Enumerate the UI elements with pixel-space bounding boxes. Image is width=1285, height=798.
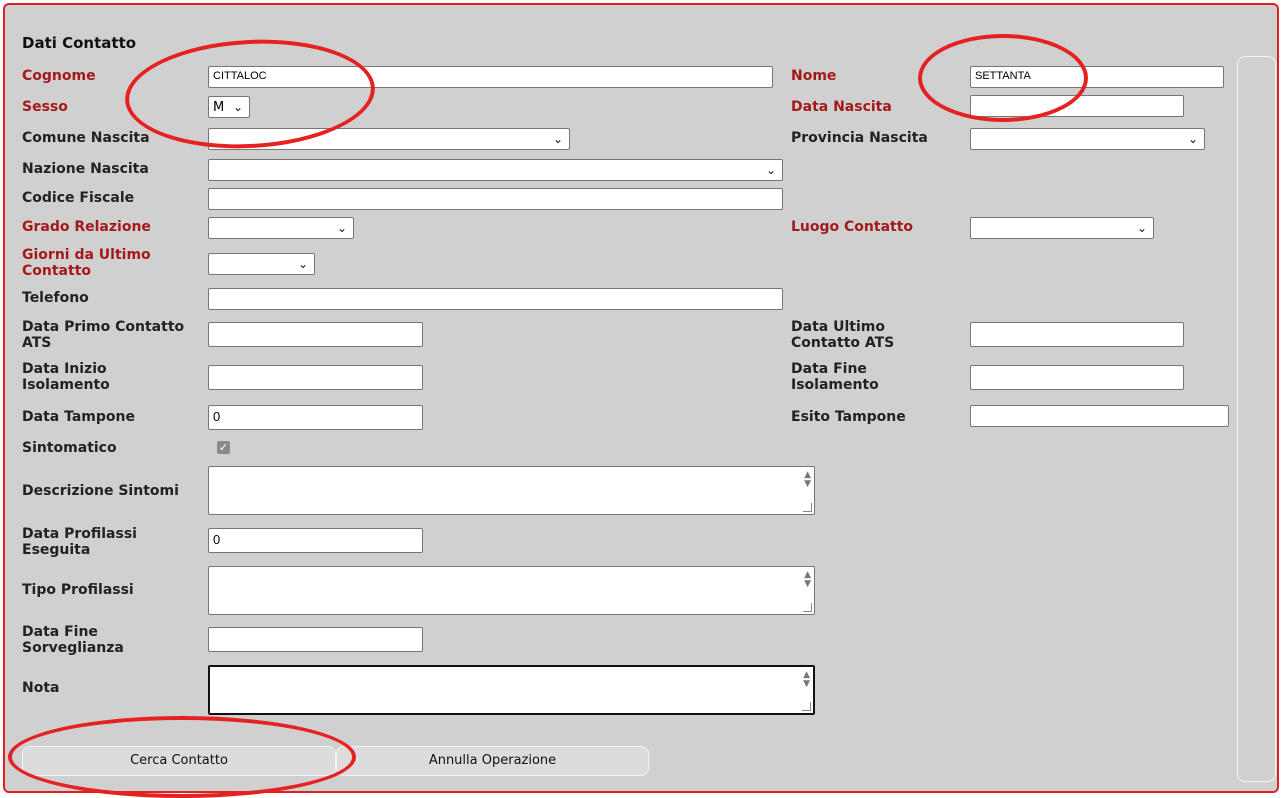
scroll-arrows-icon: ▲ ▼ bbox=[804, 570, 811, 589]
chevron-down-icon: ⌄ bbox=[765, 163, 776, 177]
data-tampone-input[interactable]: 0 bbox=[208, 405, 423, 430]
codice-fiscale-input[interactable] bbox=[208, 188, 783, 210]
resize-grip-icon[interactable] bbox=[803, 503, 812, 512]
data-ultimo-label-line2: Contatto ATS bbox=[791, 335, 895, 351]
data-fine-iso-label-line1: Data Fine bbox=[791, 361, 867, 377]
nazione-nascita-label: Nazione Nascita bbox=[22, 161, 149, 177]
data-inizio-isolamento-input[interactable] bbox=[208, 365, 423, 390]
nazione-nascita-select[interactable]: ⌄ bbox=[208, 159, 783, 181]
sesso-label: Sesso bbox=[22, 99, 68, 115]
data-primo-label-line2: ATS bbox=[22, 335, 52, 351]
luogo-contatto-select[interactable]: ⌄ bbox=[970, 217, 1154, 239]
giorni-ultimo-label-line2: Contatto bbox=[22, 263, 92, 279]
data-fine-sorveglianza-label: Data Fine Sorveglianza bbox=[22, 624, 124, 656]
esito-tampone-label: Esito Tampone bbox=[791, 409, 906, 425]
nota-textarea[interactable]: ▲ ▼ bbox=[208, 665, 815, 715]
data-fine-sorveglianza-input[interactable] bbox=[208, 627, 423, 652]
data-primo-contatto-label: Data Primo Contatto ATS bbox=[22, 319, 184, 351]
grado-relazione-label: Grado Relazione bbox=[22, 219, 151, 235]
resize-grip-icon[interactable] bbox=[802, 702, 811, 711]
data-profilassi-label-line2: Eseguita bbox=[22, 542, 91, 558]
cognome-label: Cognome bbox=[22, 68, 96, 84]
data-fine-isolamento-label: Data Fine Isolamento bbox=[791, 361, 879, 393]
data-fine-iso-label-line2: Isolamento bbox=[791, 377, 879, 393]
data-profilassi-label: Data Profilassi Eseguita bbox=[22, 526, 137, 558]
annotation-ellipse bbox=[918, 34, 1088, 122]
scroll-arrows-icon: ▲ ▼ bbox=[804, 470, 811, 489]
codice-fiscale-label: Codice Fiscale bbox=[22, 190, 135, 206]
data-tampone-label: Data Tampone bbox=[22, 409, 135, 425]
data-fine-sorv-label-line1: Data Fine bbox=[22, 624, 98, 640]
data-fine-isolamento-input[interactable] bbox=[970, 365, 1184, 390]
resize-grip-icon[interactable] bbox=[803, 603, 812, 612]
giorni-ultimo-label-line1: Giorni da Ultimo bbox=[22, 247, 151, 263]
giorni-ultimo-select[interactable]: ⌄ bbox=[208, 253, 315, 275]
chevron-down-icon: ⌄ bbox=[1136, 221, 1147, 235]
annotation-ellipse bbox=[8, 716, 356, 798]
provincia-nascita-select[interactable]: ⌄ bbox=[970, 128, 1205, 150]
nota-label: Nota bbox=[22, 680, 60, 696]
section-title: Dati Contatto bbox=[22, 34, 137, 52]
data-ultimo-label-line1: Data Ultimo bbox=[791, 319, 885, 335]
data-ultimo-contatto-label: Data Ultimo Contatto ATS bbox=[791, 319, 894, 351]
tipo-profilassi-label: Tipo Profilassi bbox=[22, 582, 134, 598]
tipo-profilassi-textarea[interactable]: ▲ ▼ bbox=[208, 566, 815, 615]
side-panel bbox=[1237, 56, 1276, 782]
telefono-input[interactable] bbox=[208, 288, 783, 310]
data-profilassi-label-line1: Data Profilassi bbox=[22, 526, 137, 542]
data-inizio-label-line1: Data Inizio bbox=[22, 361, 107, 377]
data-profilassi-input[interactable]: 0 bbox=[208, 528, 423, 553]
grado-relazione-select[interactable]: ⌄ bbox=[208, 217, 354, 239]
data-inizio-label-line2: Isolamento bbox=[22, 377, 110, 393]
giorni-ultimo-label: Giorni da Ultimo Contatto bbox=[22, 247, 151, 279]
data-primo-label-line1: Data Primo Contatto bbox=[22, 319, 185, 335]
provincia-nascita-label: Provincia Nascita bbox=[791, 130, 928, 146]
data-ultimo-contatto-input[interactable] bbox=[970, 322, 1184, 347]
sintomatico-checkbox[interactable]: ✓ bbox=[217, 441, 230, 454]
comune-nascita-label: Comune Nascita bbox=[22, 130, 150, 146]
nome-label: Nome bbox=[791, 68, 837, 84]
chevron-down-icon: ⌄ bbox=[336, 221, 347, 235]
data-fine-sorv-label-line2: Sorveglianza bbox=[22, 640, 124, 656]
sintomatico-label: Sintomatico bbox=[22, 440, 117, 456]
chevron-down-icon: ⌄ bbox=[552, 132, 563, 146]
telefono-label: Telefono bbox=[22, 290, 89, 306]
esito-tampone-input[interactable] bbox=[970, 405, 1229, 427]
descrizione-sintomi-label: Descrizione Sintomi bbox=[22, 483, 179, 499]
data-primo-contatto-input[interactable] bbox=[208, 322, 423, 347]
data-nascita-label: Data Nascita bbox=[791, 99, 892, 115]
luogo-contatto-label: Luogo Contatto bbox=[791, 219, 914, 235]
descrizione-sintomi-textarea[interactable]: ▲ ▼ bbox=[208, 466, 815, 515]
scroll-arrows-icon: ▲ ▼ bbox=[803, 670, 810, 689]
data-inizio-isolamento-label: Data Inizio Isolamento bbox=[22, 361, 110, 393]
chevron-down-icon: ⌄ bbox=[297, 257, 308, 271]
annulla-operazione-button[interactable]: Annulla Operazione bbox=[336, 746, 649, 776]
chevron-down-icon: ⌄ bbox=[1187, 132, 1198, 146]
